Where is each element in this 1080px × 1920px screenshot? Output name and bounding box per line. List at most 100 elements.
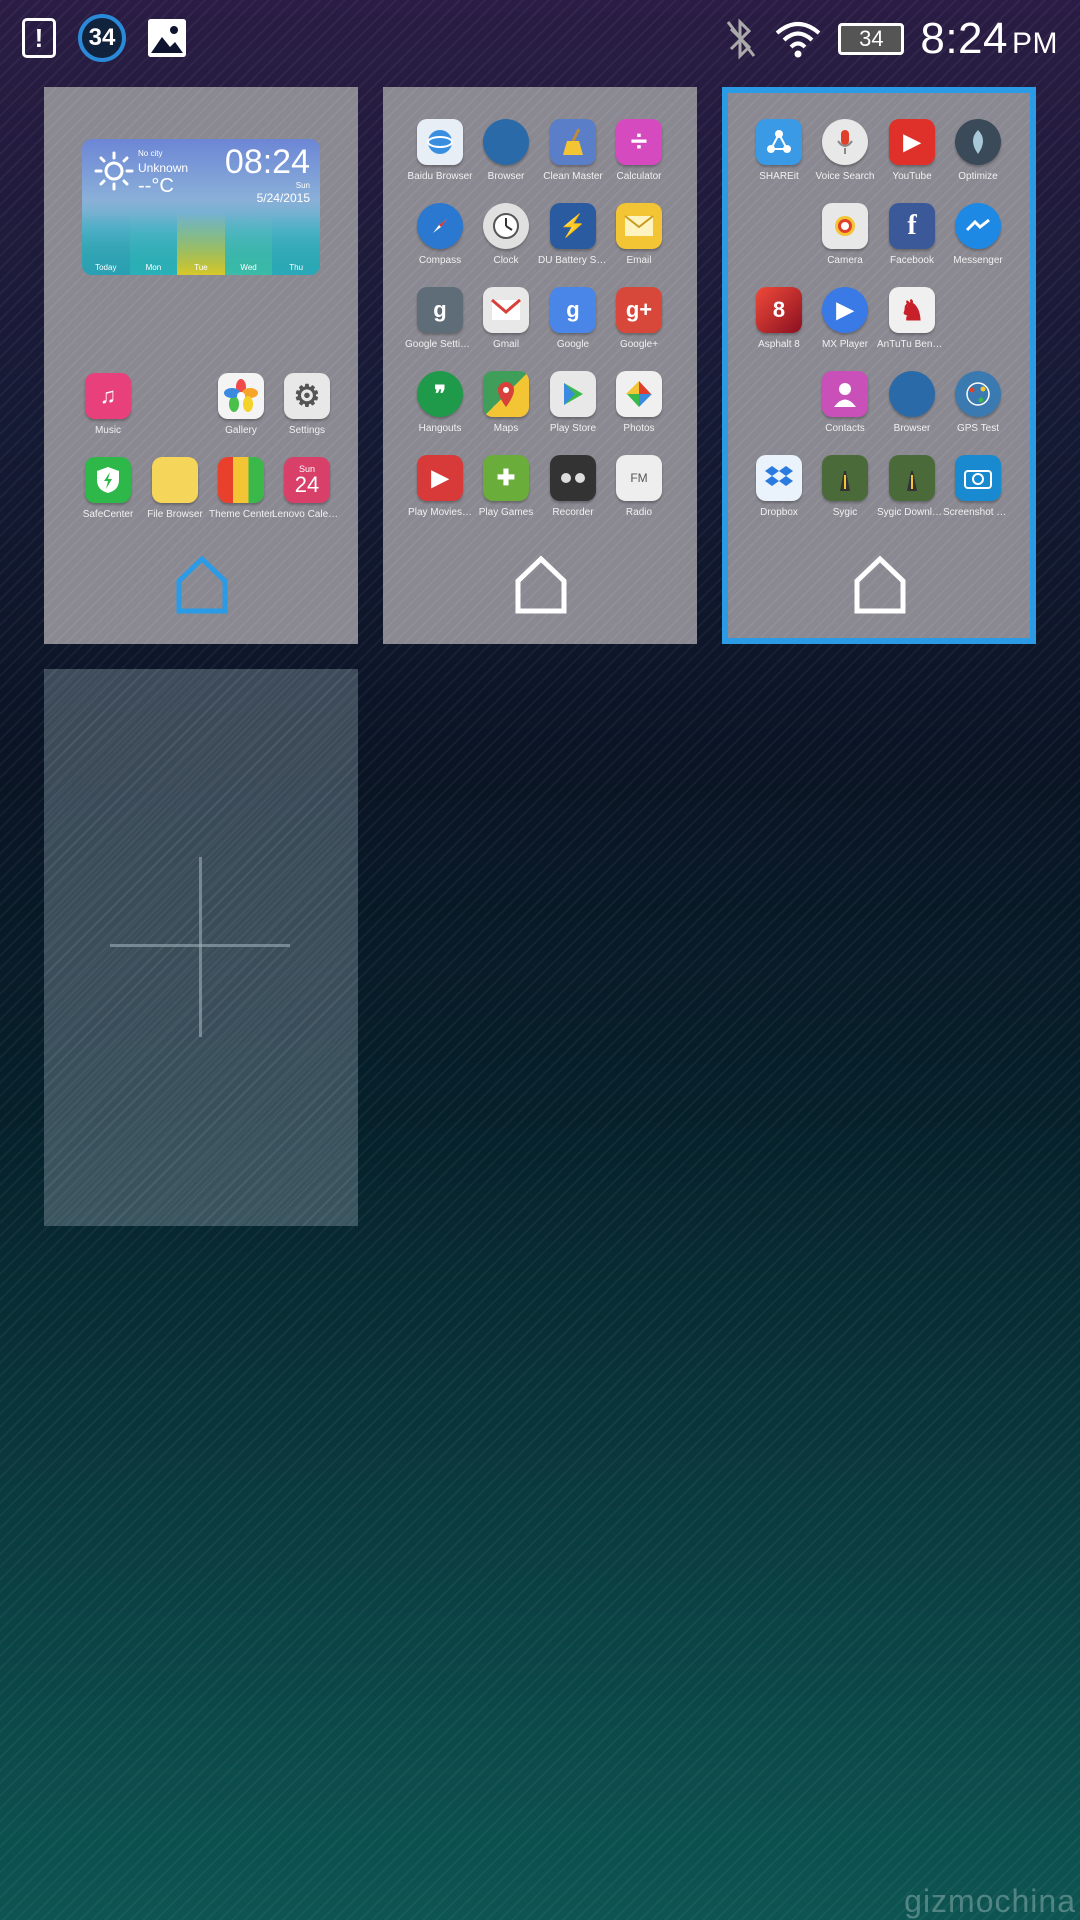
compass-icon <box>417 203 463 249</box>
bluetooth-off-icon <box>727 18 756 60</box>
app-email[interactable]: Email <box>604 203 674 266</box>
app-google-plus[interactable]: g+ Google+ <box>604 287 674 350</box>
app-label: Asphalt 8 <box>758 339 800 350</box>
youtube-icon: ▶ <box>889 119 935 165</box>
app-label: SHAREit <box>759 171 799 182</box>
app-calculator[interactable]: ÷ Calculator <box>604 119 674 182</box>
app-voice-search[interactable]: Voice Search <box>810 119 880 182</box>
app-camera[interactable]: Camera <box>810 203 880 266</box>
forecast-day: Mon <box>129 213 178 275</box>
app-label: Google+ <box>619 339 659 350</box>
weather-widget[interactable]: No city Unknown --°C 08:24 Sun 5/24/2015… <box>82 139 320 275</box>
home-screen-1[interactable]: No city Unknown --°C 08:24 Sun 5/24/2015… <box>44 87 358 644</box>
app-optimize[interactable]: Optimize <box>943 119 1013 182</box>
app-play-movies[interactable]: ▶ Play Movies… <box>405 455 475 518</box>
plus-icon <box>199 857 202 1037</box>
app-photos[interactable]: Photos <box>604 371 674 434</box>
app-baidu-browser[interactable]: Baidu Browser <box>405 119 475 182</box>
app-sygic[interactable]: Sygic <box>810 455 880 518</box>
app-screenshot-easy[interactable]: Screenshot Easy <box>943 455 1013 518</box>
app-clock[interactable]: Clock <box>471 203 541 266</box>
forecast-day: Today <box>82 213 130 275</box>
music-icon: ♫ <box>85 373 131 419</box>
app-music[interactable]: ♫ Music <box>73 373 143 436</box>
app-sygic-download[interactable]: Sygic Download… <box>877 455 947 518</box>
app-label: Compass <box>418 255 462 266</box>
asphalt-8-icon: 8 <box>756 287 802 333</box>
app-label: Baidu Browser <box>407 171 473 182</box>
gallery-icon <box>218 373 264 419</box>
home-screen-3[interactable]: SHAREit Voice Search ▶ YouTube Optimize … <box>722 87 1036 644</box>
app-clean-master[interactable]: Clean Master <box>538 119 608 182</box>
app-contacts[interactable]: Contacts <box>810 371 880 434</box>
app-label: Clean Master <box>543 171 603 182</box>
sygic-download-icon <box>889 455 935 501</box>
app-du-battery[interactable]: ⚡ DU Battery Sa… <box>538 203 608 266</box>
app-label: Radio <box>625 507 653 518</box>
app-compass[interactable]: Compass <box>405 203 475 266</box>
app-lenovo-calendar[interactable]: Sun 24 Lenovo Calen… <box>272 457 342 520</box>
weather-day: Sun <box>295 181 310 190</box>
home-icon[interactable] <box>175 555 229 615</box>
facebook-icon: f <box>889 203 935 249</box>
app-google-settings[interactable]: g Google Settin… <box>405 287 475 350</box>
app-facebook[interactable]: f Facebook <box>877 203 947 266</box>
app-maps[interactable]: Maps <box>471 371 541 434</box>
app-label: MX Player <box>821 339 869 350</box>
google-plus-icon: g+ <box>616 287 662 333</box>
home-icon[interactable] <box>514 555 568 615</box>
app-recorder[interactable]: Recorder <box>538 455 608 518</box>
app-browser[interactable]: Browser <box>471 119 541 182</box>
app-label: DU Battery Sa… <box>538 255 608 266</box>
app-safecenter[interactable]: SafeCenter <box>73 457 143 520</box>
forecast-day: Tue <box>177 213 225 275</box>
play-movies-icon: ▶ <box>417 455 463 501</box>
app-messenger[interactable]: Messenger <box>943 203 1013 266</box>
app-shareit[interactable]: SHAREit <box>744 119 814 182</box>
app-file-browser[interactable]: File Browser <box>140 457 210 520</box>
app-label: Play Store <box>549 423 597 434</box>
app-browser[interactable]: Browser <box>877 371 947 434</box>
app-gps-test[interactable]: GPS Test <box>943 371 1013 434</box>
home-icon[interactable] <box>853 555 907 615</box>
app-radio[interactable]: FM Radio <box>604 455 674 518</box>
app-label: Camera <box>827 255 863 266</box>
app-dropbox[interactable]: Dropbox <box>744 455 814 518</box>
gear-icon: ⚙ <box>284 373 330 419</box>
app-mx-player[interactable]: ▶ MX Player <box>810 287 880 350</box>
clock-icon <box>483 203 529 249</box>
app-play-store[interactable]: Play Store <box>538 371 608 434</box>
forecast-day: Wed <box>224 213 273 275</box>
forecast-bars: Today Mon Tue Wed Thu <box>82 213 320 275</box>
email-icon <box>616 203 662 249</box>
recorder-icon <box>550 455 596 501</box>
globe-icon <box>483 119 529 165</box>
app-hangouts[interactable]: ❞ Hangouts <box>405 371 475 434</box>
app-label: Google <box>556 339 590 350</box>
app-label: Google Settin… <box>405 339 475 350</box>
app-asphalt-8[interactable]: 8 Asphalt 8 <box>744 287 814 350</box>
maps-icon <box>483 371 529 417</box>
status-bar: ! 34 34 8:24 PM <box>0 0 1080 76</box>
add-screen-button[interactable] <box>44 669 358 1226</box>
messenger-icon <box>955 203 1001 249</box>
app-label: Theme Center <box>209 509 273 520</box>
theme-icon <box>218 457 264 503</box>
photos-icon <box>616 371 662 417</box>
gallery-icon <box>148 19 186 57</box>
app-label: Lenovo Calen… <box>272 509 342 520</box>
app-gmail[interactable]: Gmail <box>471 287 541 350</box>
app-play-games[interactable]: ✚ Play Games <box>471 455 541 518</box>
app-youtube[interactable]: ▶ YouTube <box>877 119 947 182</box>
status-clock: 8:24 PM <box>920 14 1058 63</box>
app-google[interactable]: g Google <box>538 287 608 350</box>
app-gallery[interactable]: Gallery <box>206 373 276 436</box>
shield-icon <box>85 457 131 503</box>
calculator-icon: ÷ <box>616 119 662 165</box>
home-screen-2[interactable]: Baidu Browser Browser Clean Master ÷ Cal… <box>383 87 697 644</box>
weather-temperature: --°C <box>138 175 174 197</box>
app-antutu[interactable]: ♞ AnTuTu Benc… <box>877 287 947 350</box>
app-theme-center[interactable]: Theme Center <box>206 457 276 520</box>
app-settings[interactable]: ⚙ Settings <box>272 373 342 436</box>
app-label: Contacts <box>825 423 865 434</box>
